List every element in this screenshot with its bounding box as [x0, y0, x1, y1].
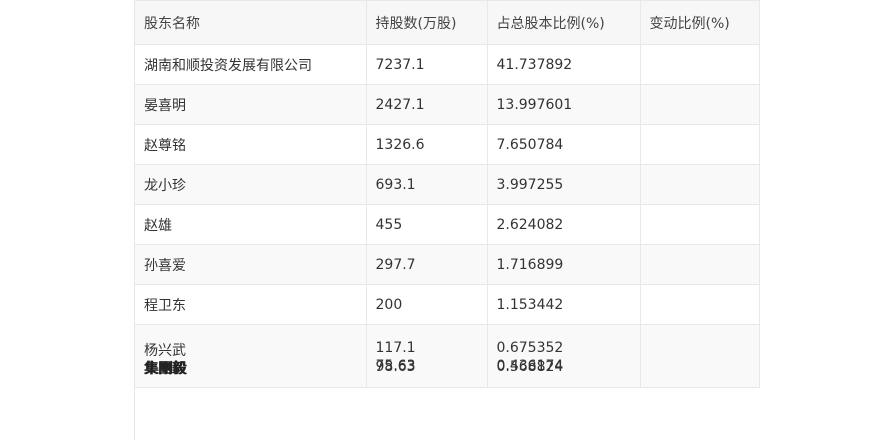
cell-ratio: 13.997601 — [487, 84, 641, 125]
cell-shares: 117.1 — [375, 340, 416, 356]
cell-name: 杨兴武 — [144, 343, 186, 359]
cell-ratio: 2.624082 — [487, 204, 641, 245]
cell-change — [640, 284, 760, 325]
cell-ratio-overlap: 0.675352 0.436174 0.568824 — [487, 324, 641, 388]
cell-change — [640, 164, 760, 205]
shareholder-table: 股东名称 持股数(万股) 占总股本比例(%) 变动比例(%) 湖南和顺投资发展有… — [135, 0, 760, 388]
cell-ratio: 41.737892 — [487, 44, 641, 85]
cell-name: 晏喜明 — [135, 84, 367, 125]
cell-ratio-overlap-b: 0.568824 — [496, 359, 564, 375]
table-row: 晏喜明 2427.1 13.997601 — [135, 84, 760, 125]
cell-shares: 297.7 — [366, 244, 488, 285]
cell-ratio: 0.675352 — [496, 340, 564, 356]
cell-change — [640, 124, 760, 165]
cell-name-overlap: 杨兴武 集團毅 集剛毅 — [135, 324, 367, 388]
cell-shares: 693.1 — [366, 164, 488, 205]
cell-ratio: 3.997255 — [487, 164, 641, 205]
cell-shares: 455 — [366, 204, 488, 245]
cell-shares: 7237.1 — [366, 44, 488, 85]
cell-shares: 200 — [366, 284, 488, 325]
table-row: 湖南和顺投资发展有限公司 7237.1 41.737892 — [135, 44, 760, 85]
table-row: 赵雄 455 2.624082 — [135, 204, 760, 245]
table-row: 赵尊铭 1326.6 7.650784 — [135, 124, 760, 165]
header-shareholder-name: 股东名称 — [135, 0, 367, 45]
cell-ratio: 7.650784 — [487, 124, 641, 165]
cell-change — [640, 84, 760, 125]
cell-change — [640, 324, 760, 388]
table-header-row: 股东名称 持股数(万股) 占总股本比例(%) 变动比例(%) — [135, 0, 760, 45]
cell-shares: 2427.1 — [366, 84, 488, 125]
cell-change — [640, 44, 760, 85]
cell-shares-overlap: 117.1 75.63 98.63 — [366, 324, 488, 388]
cell-name: 赵尊铭 — [135, 124, 367, 165]
header-ratio: 占总股本比例(%) — [487, 0, 641, 45]
table-row: 程卫东 200 1.153442 — [135, 284, 760, 325]
cell-name: 龙小珍 — [135, 164, 367, 205]
cell-shares-overlap-b: 98.63 — [375, 359, 416, 375]
cell-shares: 1326.6 — [366, 124, 488, 165]
cell-change — [640, 244, 760, 285]
cell-ratio: 1.716899 — [487, 244, 641, 285]
cell-name: 湖南和顺投资发展有限公司 — [135, 44, 367, 85]
header-change: 变动比例(%) — [640, 0, 760, 45]
cell-name: 程卫东 — [135, 284, 367, 325]
table-row-overlapping: 杨兴武 集團毅 集剛毅 117.1 75.63 98.63 0.675352 0… — [135, 324, 760, 388]
cell-name: 赵雄 — [135, 204, 367, 245]
cell-ratio: 1.153442 — [487, 284, 641, 325]
table-row: 龙小珍 693.1 3.997255 — [135, 164, 760, 205]
table-row: 孙喜爱 297.7 1.716899 — [135, 244, 760, 285]
cell-name-overlap-b: 集剛毅 — [145, 361, 187, 377]
shareholder-table-container: 股东名称 持股数(万股) 占总股本比例(%) 变动比例(%) 湖南和顺投资发展有… — [134, 0, 760, 440]
header-shares: 持股数(万股) — [366, 0, 488, 45]
cell-change — [640, 204, 760, 245]
cell-name: 孙喜爱 — [135, 244, 367, 285]
